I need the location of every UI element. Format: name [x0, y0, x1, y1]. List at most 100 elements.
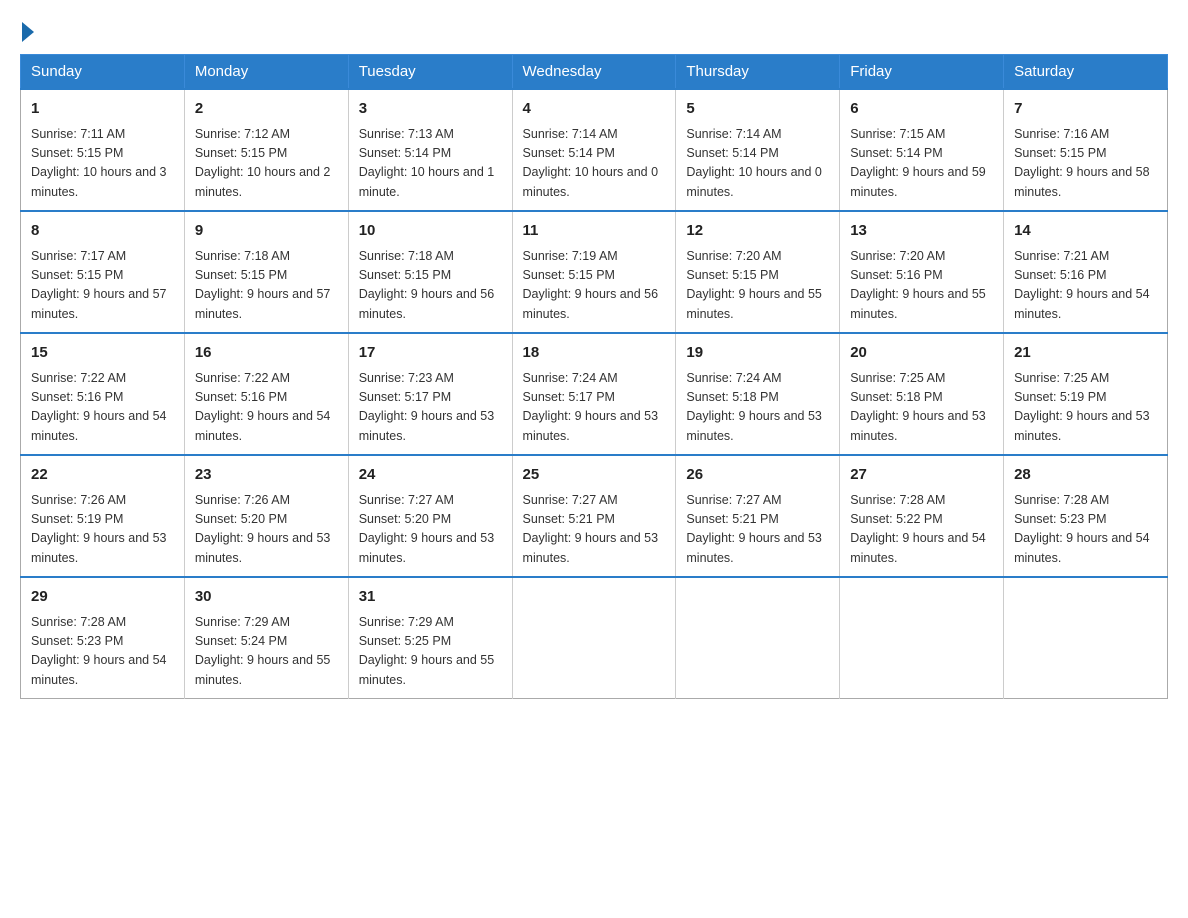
calendar-cell — [840, 577, 1004, 699]
day-info: Sunrise: 7:26 AMSunset: 5:19 PMDaylight:… — [31, 491, 174, 569]
calendar-cell: 20Sunrise: 7:25 AMSunset: 5:18 PMDayligh… — [840, 333, 1004, 455]
day-number: 28 — [1014, 464, 1157, 487]
day-number: 31 — [359, 586, 502, 609]
day-info: Sunrise: 7:23 AMSunset: 5:17 PMDaylight:… — [359, 369, 502, 447]
calendar-cell: 10 Sunrise: 7:18 AMSunset: 5:15 PMDayligh… — [348, 211, 512, 333]
day-info: Sunrise: 7:28 AMSunset: 5:23 PMDaylight:… — [31, 613, 174, 691]
calendar-cell: 31 Sunrise: 7:29 AMSunset: 5:25 PMDayligh… — [348, 577, 512, 699]
day-of-week-header: Thursday — [676, 55, 840, 90]
calendar-header-row: SundayMondayTuesdayWednesdayThursdayFrid… — [21, 55, 1168, 90]
day-info: Sunrise: 7:22 AMSunset: 5:16 PMDaylight:… — [195, 369, 338, 447]
day-info: Sunrise: 7:27 AMSunset: 5:20 PMDaylight:… — [359, 491, 502, 569]
day-number: 15 — [31, 342, 174, 365]
calendar-cell: 2 Sunrise: 7:12 AMSunset: 5:15 PMDaylight… — [184, 89, 348, 211]
calendar-cell: 7 Sunrise: 7:16 AMSunset: 5:15 PMDaylight… — [1004, 89, 1168, 211]
day-number: 10 — [359, 220, 502, 243]
day-info: Sunrise: 7:14 AMSunset: 5:14 PMDaylight:… — [686, 125, 829, 203]
day-info: Sunrise: 7:15 AMSunset: 5:14 PMDaylight:… — [850, 125, 993, 203]
day-number: 11 — [523, 220, 666, 243]
day-info: Sunrise: 7:16 AMSunset: 5:15 PMDaylight:… — [1014, 125, 1157, 203]
logo-arrow-icon — [22, 22, 34, 42]
day-number: 27 — [850, 464, 993, 487]
day-info: Sunrise: 7:22 AMSunset: 5:16 PMDaylight:… — [31, 369, 174, 447]
day-info: Sunrise: 7:28 AMSunset: 5:22 PMDaylight:… — [850, 491, 993, 569]
day-number: 13 — [850, 220, 993, 243]
calendar-cell: 8Sunrise: 7:17 AMSunset: 5:15 PMDaylight… — [21, 211, 185, 333]
day-info: Sunrise: 7:12 AMSunset: 5:15 PMDaylight:… — [195, 125, 338, 203]
day-number: 7 — [1014, 98, 1157, 121]
calendar-cell: 18Sunrise: 7:24 AMSunset: 5:17 PMDayligh… — [512, 333, 676, 455]
day-number: 9 — [195, 220, 338, 243]
day-info: Sunrise: 7:19 AMSunset: 5:15 PMDaylight:… — [523, 247, 666, 325]
day-info: Sunrise: 7:11 AMSunset: 5:15 PMDaylight:… — [31, 125, 174, 203]
day-number: 14 — [1014, 220, 1157, 243]
calendar-cell: 13 Sunrise: 7:20 AMSunset: 5:16 PMDayligh… — [840, 211, 1004, 333]
day-of-week-header: Monday — [184, 55, 348, 90]
day-number: 16 — [195, 342, 338, 365]
day-info: Sunrise: 7:28 AMSunset: 5:23 PMDaylight:… — [1014, 491, 1157, 569]
day-info: Sunrise: 7:13 AMSunset: 5:14 PMDaylight:… — [359, 125, 502, 203]
day-number: 2 — [195, 98, 338, 121]
day-info: Sunrise: 7:29 AMSunset: 5:25 PMDaylight:… — [359, 613, 502, 691]
calendar-cell: 17Sunrise: 7:23 AMSunset: 5:17 PMDayligh… — [348, 333, 512, 455]
day-number: 24 — [359, 464, 502, 487]
day-info: Sunrise: 7:24 AMSunset: 5:17 PMDaylight:… — [523, 369, 666, 447]
calendar-cell: 24 Sunrise: 7:27 AMSunset: 5:20 PMDayligh… — [348, 455, 512, 577]
calendar-cell: 1 Sunrise: 7:11 AMSunset: 5:15 PMDaylight… — [21, 89, 185, 211]
day-number: 6 — [850, 98, 993, 121]
day-info: Sunrise: 7:24 AMSunset: 5:18 PMDaylight:… — [686, 369, 829, 447]
day-info: Sunrise: 7:20 AMSunset: 5:15 PMDaylight:… — [686, 247, 829, 325]
day-number: 21 — [1014, 342, 1157, 365]
day-number: 25 — [523, 464, 666, 487]
day-info: Sunrise: 7:26 AMSunset: 5:20 PMDaylight:… — [195, 491, 338, 569]
day-of-week-header: Saturday — [1004, 55, 1168, 90]
calendar-cell — [1004, 577, 1168, 699]
calendar-cell: 19 Sunrise: 7:24 AMSunset: 5:18 PMDayligh… — [676, 333, 840, 455]
day-info: Sunrise: 7:21 AMSunset: 5:16 PMDaylight:… — [1014, 247, 1157, 325]
day-number: 19 — [686, 342, 829, 365]
calendar-cell: 21 Sunrise: 7:25 AMSunset: 5:19 PMDayligh… — [1004, 333, 1168, 455]
day-info: Sunrise: 7:27 AMSunset: 5:21 PMDaylight:… — [686, 491, 829, 569]
calendar-cell: 4Sunrise: 7:14 AMSunset: 5:14 PMDaylight… — [512, 89, 676, 211]
day-info: Sunrise: 7:18 AMSunset: 5:15 PMDaylight:… — [195, 247, 338, 325]
calendar-cell: 29 Sunrise: 7:28 AMSunset: 5:23 PMDayligh… — [21, 577, 185, 699]
calendar-week-row: 8Sunrise: 7:17 AMSunset: 5:15 PMDaylight… — [21, 211, 1168, 333]
calendar-cell: 25 Sunrise: 7:27 AMSunset: 5:21 PMDayligh… — [512, 455, 676, 577]
day-info: Sunrise: 7:17 AMSunset: 5:15 PMDaylight:… — [31, 247, 174, 325]
logo — [20, 20, 34, 38]
calendar-table: SundayMondayTuesdayWednesdayThursdayFrid… — [20, 54, 1168, 699]
calendar-cell: 12 Sunrise: 7:20 AMSunset: 5:15 PMDayligh… — [676, 211, 840, 333]
day-number: 22 — [31, 464, 174, 487]
calendar-week-row: 1 Sunrise: 7:11 AMSunset: 5:15 PMDaylight… — [21, 89, 1168, 211]
day-info: Sunrise: 7:27 AMSunset: 5:21 PMDaylight:… — [523, 491, 666, 569]
calendar-cell: 22 Sunrise: 7:26 AMSunset: 5:19 PMDayligh… — [21, 455, 185, 577]
day-number: 12 — [686, 220, 829, 243]
calendar-cell: 27 Sunrise: 7:28 AMSunset: 5:22 PMDayligh… — [840, 455, 1004, 577]
day-info: Sunrise: 7:14 AMSunset: 5:14 PMDaylight:… — [523, 125, 666, 203]
day-number: 29 — [31, 586, 174, 609]
calendar-cell: 23 Sunrise: 7:26 AMSunset: 5:20 PMDayligh… — [184, 455, 348, 577]
day-info: Sunrise: 7:25 AMSunset: 5:19 PMDaylight:… — [1014, 369, 1157, 447]
calendar-cell — [512, 577, 676, 699]
day-info: Sunrise: 7:18 AMSunset: 5:15 PMDaylight:… — [359, 247, 502, 325]
calendar-week-row: 15 Sunrise: 7:22 AMSunset: 5:16 PMDayligh… — [21, 333, 1168, 455]
day-of-week-header: Tuesday — [348, 55, 512, 90]
day-of-week-header: Friday — [840, 55, 1004, 90]
day-of-week-header: Sunday — [21, 55, 185, 90]
calendar-week-row: 29 Sunrise: 7:28 AMSunset: 5:23 PMDayligh… — [21, 577, 1168, 699]
day-number: 1 — [31, 98, 174, 121]
day-number: 30 — [195, 586, 338, 609]
calendar-cell: 14 Sunrise: 7:21 AMSunset: 5:16 PMDayligh… — [1004, 211, 1168, 333]
day-info: Sunrise: 7:25 AMSunset: 5:18 PMDaylight:… — [850, 369, 993, 447]
day-info: Sunrise: 7:29 AMSunset: 5:24 PMDaylight:… — [195, 613, 338, 691]
calendar-cell — [676, 577, 840, 699]
calendar-cell: 11 Sunrise: 7:19 AMSunset: 5:15 PMDayligh… — [512, 211, 676, 333]
calendar-cell: 26Sunrise: 7:27 AMSunset: 5:21 PMDayligh… — [676, 455, 840, 577]
calendar-cell: 15 Sunrise: 7:22 AMSunset: 5:16 PMDayligh… — [21, 333, 185, 455]
day-info: Sunrise: 7:20 AMSunset: 5:16 PMDaylight:… — [850, 247, 993, 325]
page-header — [20, 20, 1168, 38]
day-number: 23 — [195, 464, 338, 487]
day-of-week-header: Wednesday — [512, 55, 676, 90]
day-number: 3 — [359, 98, 502, 121]
calendar-cell: 28 Sunrise: 7:28 AMSunset: 5:23 PMDayligh… — [1004, 455, 1168, 577]
